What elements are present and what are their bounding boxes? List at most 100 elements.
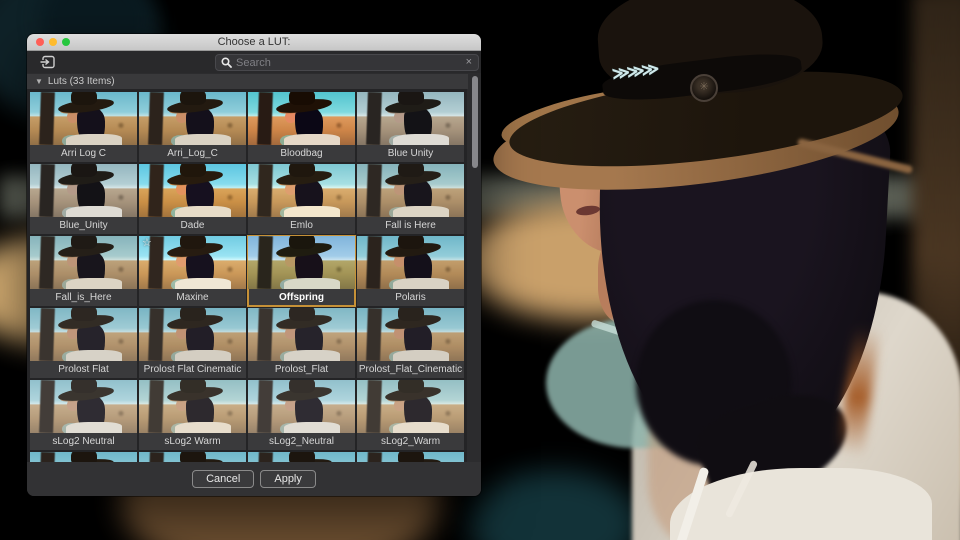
dialog-footer: Cancel Apply (27, 462, 481, 496)
thumb-tree-trunk (366, 164, 382, 217)
thumb-tree-trunk (148, 164, 164, 217)
lut-name-label: Maxine (139, 289, 246, 306)
thumb-tree-trunk (148, 380, 164, 433)
scrollbar-thumb[interactable] (472, 76, 478, 168)
lut-name-label: Blue_Unity (30, 217, 137, 234)
thumb-hat-crown (398, 380, 425, 393)
clear-search-icon[interactable]: × (460, 55, 478, 70)
lut-thumbnail (30, 380, 137, 433)
lut-thumbnail-scene (357, 236, 464, 289)
lut-thumbnail: ☆ (139, 236, 246, 289)
lut-item[interactable]: sLog2_Warm (357, 380, 464, 450)
minimize-button[interactable] (49, 38, 57, 46)
lut-thumbnail (357, 308, 464, 361)
lut-item[interactable]: Fall_is_Here (30, 236, 137, 306)
thumb-tree-trunk (257, 308, 273, 361)
lut-item[interactable]: Arri_Log_C (139, 92, 246, 162)
import-lut-icon (39, 54, 56, 70)
lut-thumbnail-scene (30, 308, 137, 361)
thumb-tree-trunk (257, 236, 273, 289)
lut-grid-viewport: Arri Log C Arri_Log_C (27, 89, 467, 464)
luts-section-header[interactable]: ▼Luts (33 Items) (27, 74, 481, 89)
lut-name-label: Dade (139, 217, 246, 234)
thumb-white-top (284, 422, 340, 433)
lut-item[interactable]: Prolost Flat Cinematic (139, 308, 246, 378)
lut-thumbnail (357, 380, 464, 433)
thumb-hat-crown (398, 236, 425, 249)
lut-item[interactable]: Bloodbag (248, 92, 355, 162)
lut-item[interactable]: Prolost_Flat_Cinematic (357, 308, 464, 378)
search-input[interactable] (232, 57, 460, 69)
apply-button[interactable]: Apply (260, 470, 316, 488)
thumb-tree-trunk (39, 308, 55, 361)
lut-item[interactable]: Emlo (248, 164, 355, 234)
lut-thumbnail (139, 164, 246, 217)
thumb-hat-crown (71, 164, 98, 177)
lut-thumbnail (357, 236, 464, 289)
lut-grid: Arri Log C Arri_Log_C (27, 89, 467, 464)
thumb-white-top (284, 134, 340, 145)
close-button[interactable] (36, 38, 44, 46)
thumb-tree-trunk (39, 92, 55, 145)
lut-name-label: Offspring (248, 289, 355, 306)
thumb-hat-crown (180, 308, 207, 321)
lut-item[interactable]: Blue_Unity (30, 164, 137, 234)
thumb-hat-crown (71, 92, 98, 105)
lut-thumbnail (139, 308, 246, 361)
lut-thumbnail-scene (248, 92, 355, 145)
lut-thumbnail-scene (139, 380, 246, 433)
lut-thumbnail (248, 164, 355, 217)
lut-item[interactable]: Dade (139, 164, 246, 234)
thumb-tree-trunk (366, 308, 382, 361)
thumb-tree-trunk (39, 164, 55, 217)
lut-thumbnail (30, 92, 137, 145)
lut-thumbnail-scene (357, 92, 464, 145)
thumb-white-top (66, 206, 122, 217)
lut-item[interactable]: Prolost Flat (30, 308, 137, 378)
lut-item[interactable]: Blue Unity (357, 92, 464, 162)
lut-name-label: Bloodbag (248, 145, 355, 162)
lut-item[interactable]: Arri Log C (30, 92, 137, 162)
lut-item[interactable]: ☆ Maxine (139, 236, 246, 306)
lut-name-label: sLog2 Warm (139, 433, 246, 450)
lut-thumbnail-scene (139, 308, 246, 361)
lut-thumbnail (30, 308, 137, 361)
lut-name-label: Prolost_Flat (248, 361, 355, 378)
thumb-tree-trunk (257, 164, 273, 217)
zoom-button[interactable] (62, 38, 70, 46)
cancel-button[interactable]: Cancel (192, 470, 254, 488)
import-lut-button[interactable] (39, 54, 56, 70)
lut-thumbnail (248, 236, 355, 289)
thumb-white-top (393, 350, 449, 361)
thumb-tree-trunk (366, 380, 382, 433)
thumb-white-top (175, 350, 231, 361)
thumb-white-top (175, 134, 231, 145)
lut-item[interactable]: sLog2 Warm (139, 380, 246, 450)
lut-item[interactable]: Polaris (357, 236, 464, 306)
lut-item[interactable]: sLog2_Neutral (248, 380, 355, 450)
thumb-hat-crown (71, 380, 98, 393)
lut-thumbnail (248, 308, 355, 361)
lut-item[interactable]: Offspring (248, 236, 355, 306)
lut-name-label: Prolost Flat (30, 361, 137, 378)
search-icon (221, 57, 232, 68)
hat-pin-icon: ✳ (690, 74, 718, 102)
lut-name-label: Prolost_Flat_Cinematic (357, 361, 464, 378)
lut-item[interactable]: Fall is Here (357, 164, 464, 234)
thumb-white-top (175, 206, 231, 217)
thumb-hat-crown (398, 92, 425, 105)
lut-item[interactable]: Prolost_Flat (248, 308, 355, 378)
lut-item[interactable]: sLog2 Neutral (30, 380, 137, 450)
lut-thumbnail-scene (248, 164, 355, 217)
lut-name-label: Blue Unity (357, 145, 464, 162)
luts-section-label: Luts (33 Items) (48, 76, 115, 87)
lut-thumbnail-scene (248, 236, 355, 289)
lut-thumbnail-scene (139, 164, 246, 217)
lut-thumbnail (30, 236, 137, 289)
lut-name-label: Polaris (357, 289, 464, 306)
lut-thumbnail (139, 92, 246, 145)
thumb-white-top (393, 278, 449, 289)
thumb-hat-crown (180, 92, 207, 105)
thumb-white-top (66, 134, 122, 145)
choose-lut-dialog: Choose a LUT: × ▼Luts (33 Items) (27, 34, 481, 496)
